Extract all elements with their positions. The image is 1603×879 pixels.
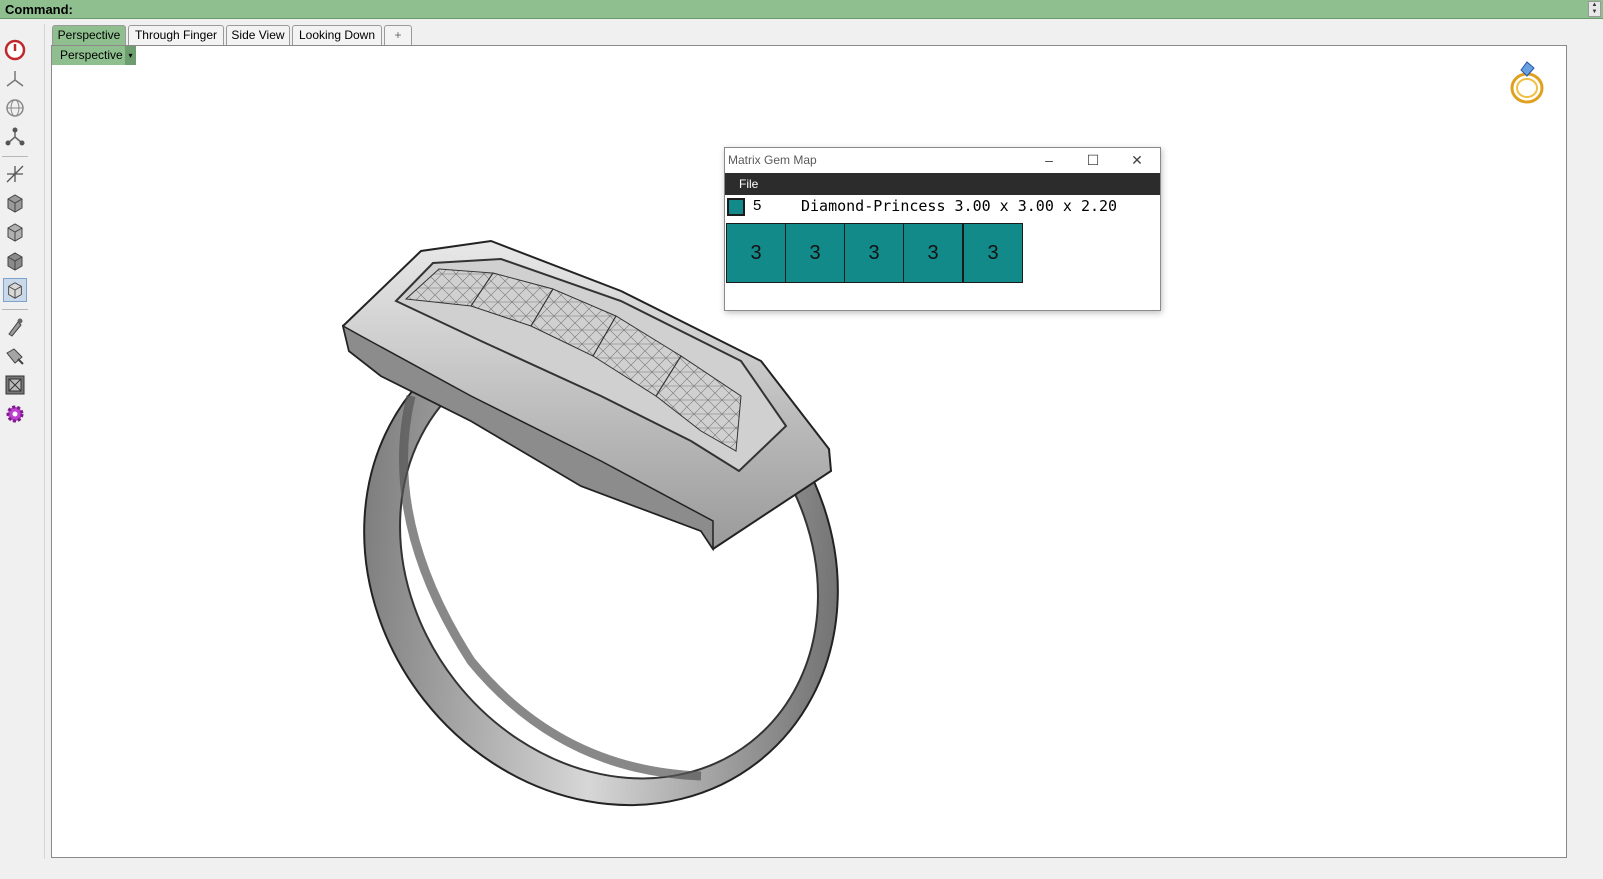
minimize-button[interactable]: – — [1034, 150, 1064, 170]
cube-icon[interactable] — [3, 278, 27, 302]
viewport-name: Perspective — [60, 48, 123, 62]
maximize-button[interactable]: ☐ — [1078, 150, 1108, 170]
gem-cell[interactable]: 3 — [963, 223, 1023, 283]
render-icon[interactable] — [3, 373, 27, 397]
paint-icon[interactable] — [3, 344, 27, 368]
tab-side-view[interactable]: Side View — [226, 25, 290, 45]
dialog-menubar: File — [725, 173, 1160, 195]
gem-cell[interactable]: 3 — [844, 223, 904, 283]
command-bar[interactable]: Command: ▲ ▼ — [0, 0, 1603, 19]
close-button[interactable]: ✕ — [1122, 150, 1152, 170]
axis-icon[interactable] — [3, 162, 27, 186]
gear-icon[interactable] — [3, 402, 27, 426]
tripod-icon[interactable] — [3, 67, 27, 91]
gem-description: Diamond-Princess 3.00 x 3.00 x 2.20 — [801, 197, 1118, 215]
panel-divider — [44, 24, 45, 859]
gem-cell[interactable]: 3 — [903, 223, 963, 283]
cube-icon[interactable] — [3, 249, 27, 273]
cube-icon[interactable] — [3, 191, 27, 215]
cube-icon[interactable] — [3, 220, 27, 244]
ring-logo-icon — [1510, 61, 1544, 104]
gem-map-dialog: Matrix Gem Map – ☐ ✕ File 5 Diamond-Prin… — [724, 147, 1161, 311]
power-icon[interactable] — [3, 38, 27, 62]
molecule-icon[interactable] — [3, 125, 27, 149]
gem-color-swatch — [727, 198, 745, 216]
gem-cell[interactable]: 3 — [785, 223, 845, 283]
menu-file[interactable]: File — [739, 177, 758, 191]
gem-count: 5 — [753, 197, 762, 214]
brush-icon[interactable] — [3, 315, 27, 339]
chevron-down-icon[interactable]: ▾ — [125, 46, 136, 65]
dialog-title: Matrix Gem Map — [728, 153, 817, 167]
tab-through-finger[interactable]: Through Finger — [128, 25, 224, 45]
gem-cell[interactable]: 3 — [726, 223, 786, 283]
add-tab-button[interactable]: + — [384, 25, 412, 45]
left-toolbar — [0, 32, 30, 432]
command-label: Command: — [5, 2, 73, 17]
command-scroll-icon[interactable]: ▲ ▼ — [1588, 1, 1601, 17]
globe-icon[interactable] — [3, 96, 27, 120]
tab-looking-down[interactable]: Looking Down — [292, 25, 382, 45]
tab-perspective[interactable]: Perspective — [52, 25, 126, 45]
viewport-label[interactable]: Perspective ▾ — [52, 46, 136, 65]
